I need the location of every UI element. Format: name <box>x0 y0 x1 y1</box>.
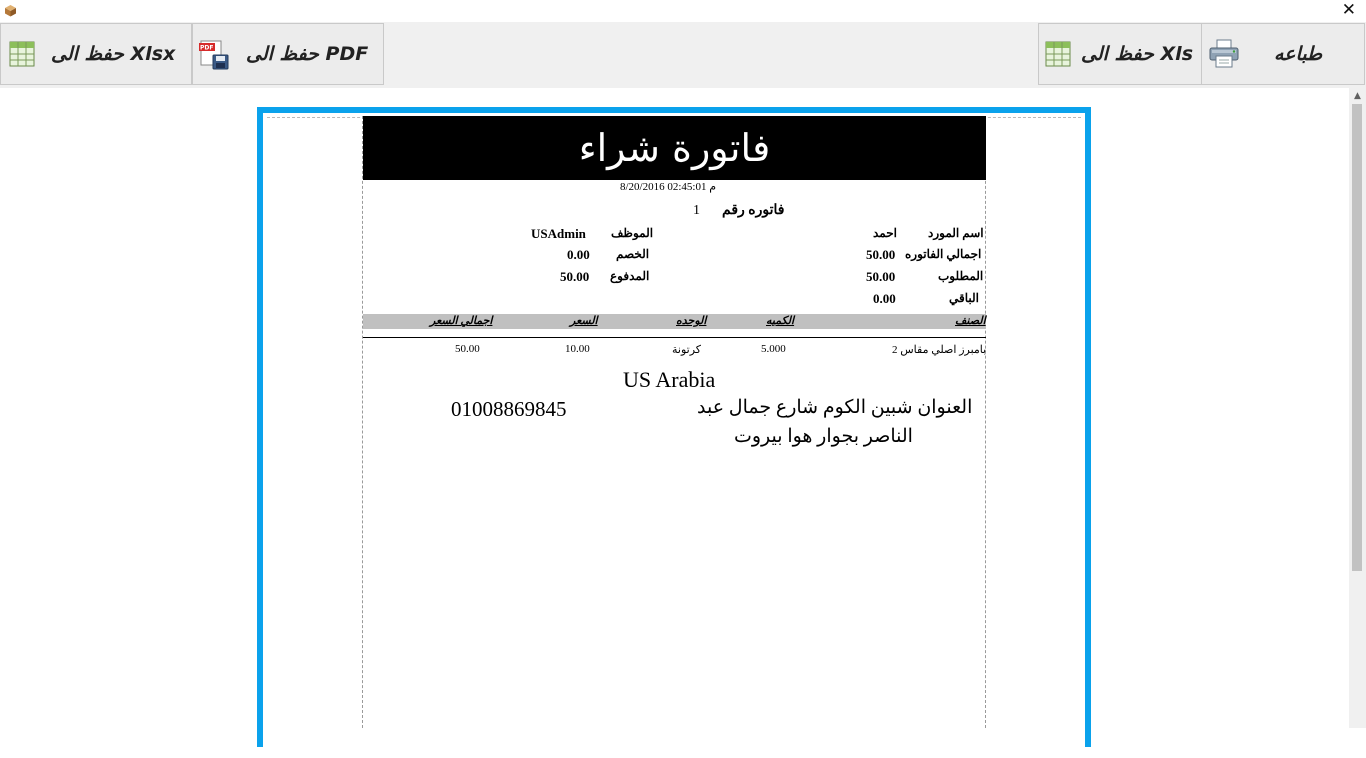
column-header-unit: الوحده <box>676 315 707 327</box>
box-icon <box>5 5 16 17</box>
discount-value: 0.00 <box>567 247 590 262</box>
pdf-save-icon: PDF <box>199 40 229 70</box>
save-xlsx-label: حفظ الى Xlsx <box>51 43 176 65</box>
title-bar: ✕ <box>0 0 1366 22</box>
invoice-number-label: فاتوره رقم <box>722 203 785 218</box>
column-header-line-total: اجمالي السعر <box>430 315 493 327</box>
print-label: طباعه <box>1274 43 1323 65</box>
row-quantity: 5.000 <box>761 343 786 355</box>
print-button[interactable]: طباعه <box>1201 23 1365 85</box>
column-header-price: السعر <box>570 315 598 327</box>
scroll-up-icon[interactable]: ▲ <box>1349 88 1366 105</box>
supplier-value: احمد <box>873 226 897 240</box>
row-unit: كرتونة <box>672 344 702 356</box>
discount-label: الخصم <box>616 247 650 261</box>
paid-label: المدفوع <box>610 269 650 283</box>
column-header-quantity: الكميه <box>766 315 795 327</box>
paid-value: 50.00 <box>560 269 590 284</box>
svg-text:PDF: PDF <box>200 45 213 52</box>
supplier-label: اسم المورد <box>928 226 984 240</box>
save-xls-label: حفظ الى Xls <box>1081 43 1194 65</box>
total-label: اجمالي الفاتوره <box>905 247 982 261</box>
remaining-label: الباقي <box>949 291 980 305</box>
remaining-value: 0.00 <box>873 291 896 306</box>
report-body <box>362 116 986 728</box>
total-value: 50.00 <box>866 247 896 262</box>
scroll-thumb[interactable] <box>1352 104 1362 571</box>
employee-value: USAdmin <box>531 226 586 241</box>
save-xlsx-button[interactable]: حفظ الى Xlsx <box>0 23 192 85</box>
address-line-2: الناصر بجوار هوا بيروت <box>734 426 913 447</box>
vertical-scrollbar[interactable]: ▲ <box>1349 88 1366 728</box>
address-line-1: العنوان شبين الكوم شارع جمال عبد <box>697 397 973 418</box>
required-label: المطلوب <box>938 269 984 283</box>
table-divider <box>363 337 986 338</box>
save-pdf-button[interactable]: PDF حفظ الى PDF <box>192 23 384 85</box>
printer-icon <box>1209 39 1239 68</box>
column-header-item: الصنف <box>955 315 986 327</box>
close-icon[interactable]: ✕ <box>1342 1 1356 19</box>
row-price: 10.00 <box>565 343 590 355</box>
spreadsheet-icon <box>9 41 35 67</box>
row-line-total: 50.00 <box>455 343 480 355</box>
required-value: 50.00 <box>866 269 896 284</box>
spreadsheet-icon <box>1045 41 1071 67</box>
invoice-number-value: 1 <box>693 203 700 218</box>
phone-number: 01008869845 <box>451 397 567 421</box>
row-item: بامبرز اصلي مقاس 2 <box>892 344 987 356</box>
save-pdf-label: حفظ الى PDF <box>246 43 369 65</box>
save-xls-button[interactable]: حفظ الى Xls <box>1038 23 1202 85</box>
employee-label: الموظف <box>611 226 654 240</box>
toolbar: طباعه حفظ الى Xls PDF حفظ الى PDF حفظ ال… <box>0 22 1366 88</box>
company-name: US Arabia <box>623 367 716 392</box>
invoice-title: فاتورة شراء <box>363 116 986 180</box>
invoice-datetime: 8/20/2016 02:45:01 م <box>620 181 717 193</box>
